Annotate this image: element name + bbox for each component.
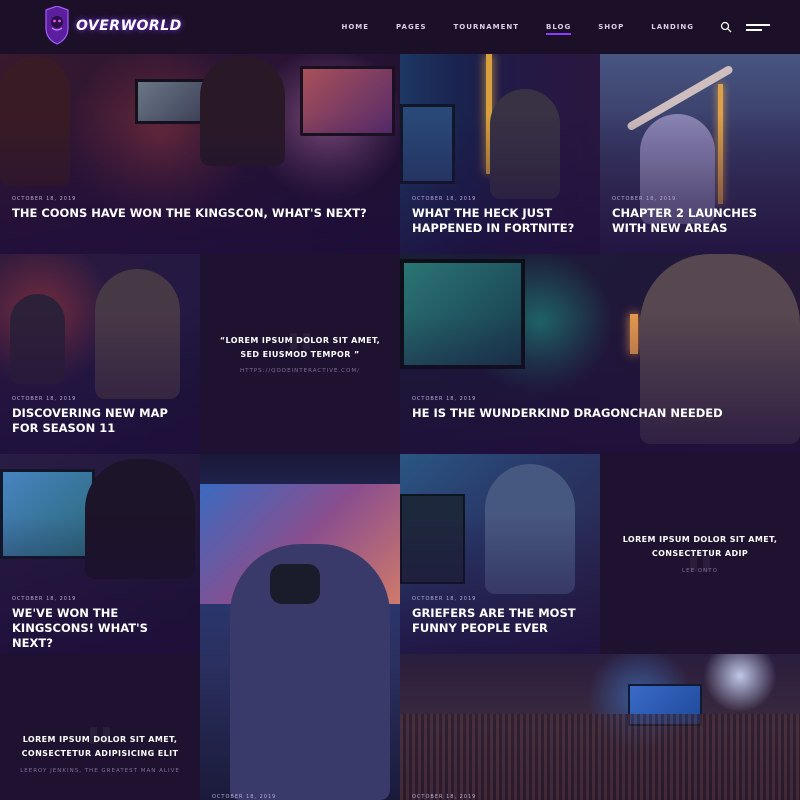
post-title[interactable]: THE COONS HAVE WON THE KINGSCON, WHAT'S … bbox=[12, 206, 388, 221]
quote-tile[interactable]: " LOREM IPSUM DOLOR SIT AMET, CONSECTETU… bbox=[0, 654, 200, 800]
quote-text: LOREM IPSUM DOLOR SIT AMET, CONSECTETUR … bbox=[21, 735, 179, 758]
post-date: OCTOBER 18, 2019 bbox=[412, 794, 477, 800]
post-date: OCTOBER 18, 2019 bbox=[12, 596, 77, 602]
post-date: OCTOBER 18, 2019 bbox=[412, 196, 477, 202]
nav-item-pages[interactable]: PAGES bbox=[396, 0, 426, 54]
post-date: OCTOBER 18, 2019 bbox=[412, 396, 477, 402]
post-tile[interactable]: OCTOBER 18, 2019 WE'VE WON THE KINGSCONS… bbox=[0, 454, 200, 654]
nav-item-tournament[interactable]: TOURNAMENT bbox=[454, 0, 519, 54]
quote-text: LOREM IPSUM DOLOR SIT AMET, CONSECTETUR … bbox=[622, 535, 778, 558]
main-nav: HOME PAGES TOURNAMENT BLOG SHOP LANDING bbox=[314, 0, 770, 54]
brand-name: OVERWORLD bbox=[76, 18, 182, 34]
quote-text: “LOREM IPSUM DOLOR SIT AMET, SED EIUSMOD… bbox=[219, 336, 381, 359]
post-tile[interactable]: OCTOBER 18, 2019 HE IS THE WUNDERKIND DR… bbox=[400, 254, 800, 454]
controller-icon bbox=[270, 564, 320, 604]
post-title[interactable]: WHAT THE HECK JUST HAPPENED IN FORTNITE? bbox=[412, 206, 588, 236]
post-date: OCTOBER 18, 2019 bbox=[612, 196, 677, 202]
nav-item-shop[interactable]: SHOP bbox=[598, 0, 624, 54]
post-tile[interactable]: OCTOBER 18, 2019 bbox=[200, 454, 400, 800]
post-title[interactable]: WE'VE WON THE KINGSCONS! WHAT'S NEXT? bbox=[12, 606, 188, 651]
post-date: OCTOBER 18, 2019 bbox=[12, 396, 77, 402]
crowd-shape bbox=[400, 714, 800, 800]
logo-emblem-icon bbox=[42, 6, 72, 46]
search-icon[interactable] bbox=[720, 21, 732, 33]
post-tile[interactable]: OCTOBER 18, 2019 bbox=[400, 654, 800, 800]
quote-author: LEEROY JENKINS, THE GREATEST MAN ALIVE bbox=[20, 768, 180, 774]
nav-item-landing[interactable]: LANDING bbox=[651, 0, 694, 54]
post-tile[interactable]: OCTOBER 18, 2019 DISCOVERING NEW MAP FOR… bbox=[0, 254, 200, 454]
post-title[interactable]: CHAPTER 2 LAUNCHES WITH NEW AREAS bbox=[612, 206, 788, 236]
post-date: OCTOBER 18, 2019 bbox=[412, 596, 477, 602]
post-title[interactable]: DISCOVERING NEW MAP FOR SEASON 11 bbox=[12, 406, 188, 436]
post-tile[interactable]: OCTOBER 18, 2019 WHAT THE HECK JUST HAPP… bbox=[400, 54, 600, 254]
quote-tile[interactable]: " LOREM IPSUM DOLOR SIT AMET, CONSECTETU… bbox=[600, 454, 800, 654]
quote-author: LEE ONTO bbox=[682, 568, 718, 574]
post-tile[interactable]: OCTOBER 18, 2019 CHAPTER 2 LAUNCHES WITH… bbox=[600, 54, 800, 254]
post-date: OCTOBER 18, 2019 bbox=[212, 794, 277, 800]
site-logo[interactable]: OVERWORLD bbox=[42, 6, 182, 46]
site-header: OVERWORLD HOME PAGES TOURNAMENT BLOG SHO… bbox=[0, 0, 800, 54]
hamburger-menu-icon[interactable] bbox=[746, 21, 770, 33]
quote-author[interactable]: HTTPS://QODEINTERACTIVE.COM/ bbox=[212, 368, 388, 374]
nav-item-home[interactable]: HOME bbox=[341, 0, 369, 54]
quote-tile[interactable]: " “LOREM IPSUM DOLOR SIT AMET, SED EIUSM… bbox=[200, 254, 400, 454]
post-tile[interactable]: OCTOBER 18, 2019 GRIEFERS ARE THE MOST F… bbox=[400, 454, 600, 654]
post-tile[interactable]: OCTOBER 18, 2019 THE COONS HAVE WON THE … bbox=[0, 54, 400, 254]
post-title[interactable]: GRIEFERS ARE THE MOST FUNNY PEOPLE EVER bbox=[412, 606, 588, 636]
post-date: OCTOBER 18, 2019 bbox=[12, 196, 77, 202]
post-title[interactable]: HE IS THE WUNDERKIND DRAGONCHAN NEEDED bbox=[412, 406, 788, 421]
nav-item-blog[interactable]: BLOG bbox=[546, 0, 572, 54]
